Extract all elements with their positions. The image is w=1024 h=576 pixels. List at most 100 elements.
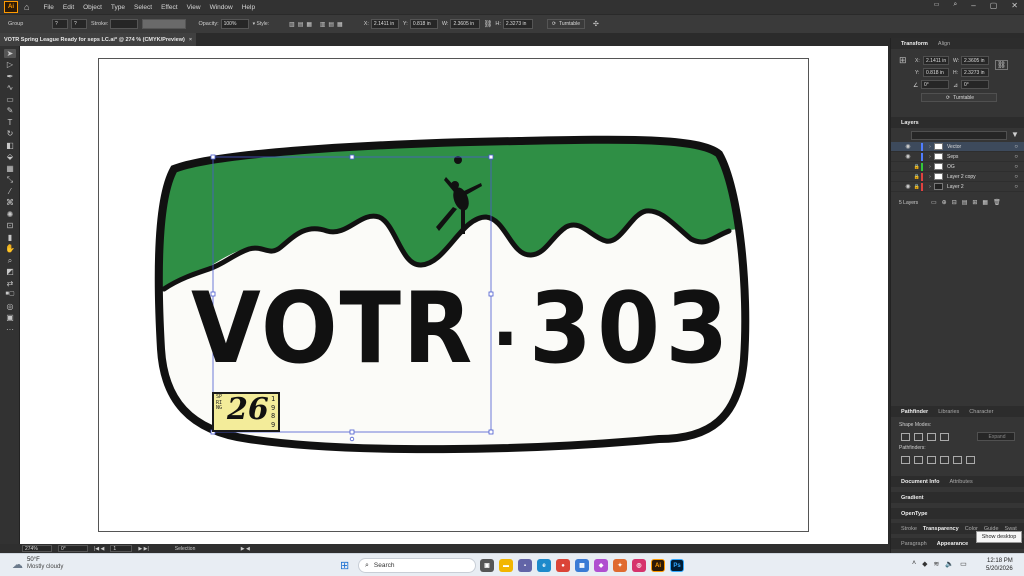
eyedropper-tool-icon[interactable]: ⁄	[4, 187, 16, 196]
tab-transform[interactable]: Transform	[901, 41, 928, 47]
layer-row[interactable]: 🔒 › Layer 2 copy ○	[891, 172, 1024, 182]
stroke-swatch[interactable]: ?	[71, 19, 87, 29]
weather-widget[interactable]: ☁ 50°F Mostly cloudy	[12, 557, 63, 571]
menu-view[interactable]: View	[187, 4, 201, 11]
arrange-docs-icon[interactable]: ▭	[934, 1, 940, 10]
selection-tool-icon[interactable]: ➤	[4, 48, 16, 58]
visibility-eye-icon[interactable]: ◉	[903, 183, 913, 190]
minus-front-icon[interactable]	[914, 433, 923, 441]
tab-stroke[interactable]: Stroke	[901, 526, 917, 532]
scale-tool-icon[interactable]: ⤡	[4, 175, 16, 184]
dropbox-icon[interactable]: ◆	[922, 560, 927, 568]
opacity-field[interactable]: 100%	[220, 19, 249, 29]
crop-icon[interactable]	[940, 456, 949, 464]
tab-appearance[interactable]: Appearance	[937, 541, 969, 547]
rotate-tool-icon[interactable]: ↻	[4, 129, 16, 138]
expand-arrow-icon[interactable]: ›	[926, 154, 934, 160]
shear-angle-field[interactable]: 0°	[961, 80, 989, 89]
eraser-tool-icon[interactable]: ◧	[4, 141, 16, 150]
task-view-icon[interactable]: ▣	[480, 559, 494, 572]
tab-layers[interactable]: Layers	[901, 120, 919, 126]
expand-button[interactable]: Expand	[977, 432, 1015, 441]
zoom-field[interactable]: 274%	[22, 545, 52, 552]
divide-icon[interactable]	[901, 456, 910, 464]
battery-icon[interactable]: ▭	[960, 560, 967, 568]
shape-builder-icon[interactable]: ⬙	[4, 152, 16, 161]
document-tab[interactable]: VOTR Spring League Ready for seps LC.ai*…	[0, 33, 197, 46]
transform-w-field[interactable]: 2.3605 in	[961, 56, 989, 65]
transform-y-field[interactable]: 0.818 in	[923, 68, 949, 77]
layer-target-icon[interactable]: ○	[1014, 184, 1018, 190]
pathfinder-buttons[interactable]	[901, 456, 979, 466]
menu-window[interactable]: Window	[210, 4, 233, 11]
tab-pathfinder[interactable]: Pathfinder	[901, 409, 928, 415]
tab-document-info[interactable]: Document Info	[901, 479, 940, 485]
merge-icon[interactable]	[927, 456, 936, 464]
trim-icon[interactable]	[914, 456, 923, 464]
home-icon[interactable]: ⌂	[24, 2, 29, 12]
filter-icon[interactable]: ▼	[1011, 130, 1019, 139]
edit-toolbar-icon[interactable]: ···	[4, 325, 16, 334]
transform-x-field[interactable]: 2.1411 in	[923, 56, 949, 65]
system-tray[interactable]: ˄ ◆ ≋ 🔈 ▭	[912, 560, 967, 568]
paintbrush-tool-icon[interactable]: ✎	[4, 106, 16, 115]
hand-tool-icon[interactable]: ✋	[4, 244, 16, 253]
layer-target-icon[interactable]: ○	[1014, 154, 1018, 160]
artboard-nav-next-icon[interactable]: ▶ ▶|	[138, 546, 148, 552]
layers-action-icons[interactable]: ▭⊕⊟▤⊞▦🗑	[931, 199, 1006, 206]
maximize-button[interactable]: ▢	[990, 1, 998, 10]
direct-selection-tool-icon[interactable]: ▷	[4, 60, 16, 69]
outline-icon[interactable]	[953, 456, 962, 464]
layer-row[interactable]: ◉ › Seps ○	[891, 152, 1024, 162]
swap-colors-icon[interactable]: ⇄	[4, 279, 16, 288]
constrain-icon[interactable]: ⛓	[995, 60, 1008, 70]
graph-tool-icon[interactable]: ▮	[4, 233, 16, 242]
menu-help[interactable]: Help	[242, 4, 255, 11]
gradient-tool-icon[interactable]: ▦	[4, 164, 16, 173]
chrome-browser-icon[interactable]: ●	[556, 559, 570, 572]
y-field[interactable]: 0.818 in	[409, 19, 438, 29]
curvature-tool-icon[interactable]: ∿	[4, 83, 16, 92]
tab-opentype[interactable]: OpenType	[901, 511, 928, 517]
type-tool-icon[interactable]: T	[4, 118, 16, 127]
windows-start-icon[interactable]: ⊞	[340, 559, 349, 572]
lock-icon[interactable]: 🔒	[913, 164, 921, 170]
expand-arrow-icon[interactable]: ›	[926, 174, 934, 180]
status-arrow-icon[interactable]: ▶ ◀	[241, 546, 250, 552]
more-options-icon[interactable]: ✣	[593, 20, 599, 28]
fill-stroke-icon[interactable]: ◩	[4, 267, 16, 276]
rotate-angle-field[interactable]: 0°	[921, 80, 949, 89]
layer-row[interactable]: ◉ › Vector ○	[891, 142, 1024, 152]
transform-h-field[interactable]: 2.3273 in	[961, 68, 989, 77]
style-dropdown[interactable]: ▾ Style:	[253, 21, 269, 27]
layer-row[interactable]: ◉ 🔒 › Layer 2 ○	[891, 182, 1024, 192]
minimize-button[interactable]: –	[971, 1, 975, 10]
menu-file[interactable]: File	[43, 4, 53, 11]
rotation-field[interactable]: 0°	[58, 545, 88, 552]
layers-search-input[interactable]	[911, 131, 1007, 140]
lock-icon[interactable]: 🔒	[913, 174, 921, 180]
shape-mode-buttons[interactable]	[901, 433, 953, 443]
fill-swatch[interactable]: ?	[52, 19, 68, 29]
menu-edit[interactable]: Edit	[63, 4, 74, 11]
rectangle-tool-icon[interactable]: ▭	[4, 95, 16, 104]
pen-tool-icon[interactable]: ✒	[4, 72, 16, 81]
menu-type[interactable]: Type	[111, 4, 125, 11]
file-explorer-icon[interactable]: ▬	[499, 559, 513, 572]
menu-object[interactable]: Object	[83, 4, 102, 11]
tab-transparency[interactable]: Transparency	[923, 526, 959, 532]
teams-chat-icon[interactable]: ▪	[518, 559, 532, 572]
artboard-number-field[interactable]: 1	[110, 545, 133, 552]
illustrator-taskbar-icon[interactable]: Ai	[651, 559, 665, 572]
visibility-eye-icon[interactable]: ◉	[903, 143, 913, 150]
expand-arrow-icon[interactable]: ›	[926, 164, 934, 170]
layer-target-icon[interactable]: ○	[1014, 144, 1018, 150]
exclude-icon[interactable]	[940, 433, 949, 441]
align-icons[interactable]: ▥▤▦ ▥▤▦	[289, 21, 346, 28]
screen-mode-icon[interactable]: ▣	[4, 313, 16, 322]
tab-paragraph[interactable]: Paragraph	[901, 541, 927, 547]
photoshop-taskbar-icon[interactable]: Ps	[670, 559, 684, 572]
intersect-icon[interactable]	[927, 433, 936, 441]
menu-select[interactable]: Select	[134, 4, 152, 11]
tab-align[interactable]: Align	[938, 41, 950, 47]
